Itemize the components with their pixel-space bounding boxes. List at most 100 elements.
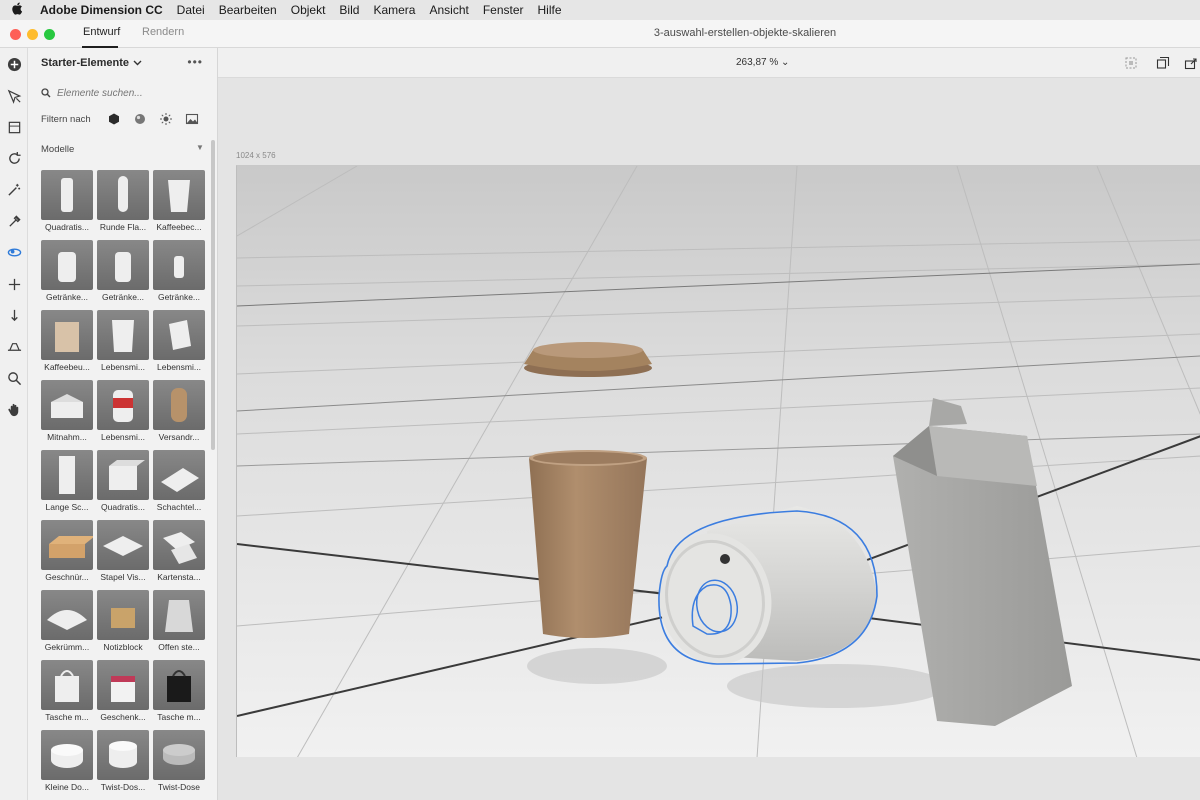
- model-thumbnail: [41, 590, 93, 640]
- menu-bearbeiten[interactable]: Bearbeiten: [219, 3, 277, 17]
- zoom-dropdown[interactable]: 263,87 % ⌄: [736, 57, 789, 68]
- model-item[interactable]: Lebensmi...: [153, 310, 205, 376]
- magic-wand-icon[interactable]: [4, 179, 24, 199]
- section-collapse-icon[interactable]: ▼: [196, 143, 204, 152]
- fit-frame-icon[interactable]: [1124, 56, 1138, 70]
- model-label: Runde Fla...: [99, 222, 147, 232]
- panel-scrollbar[interactable]: [211, 140, 215, 450]
- model-item[interactable]: Kleine Do...: [41, 730, 93, 796]
- pan-tool-icon[interactable]: [4, 274, 24, 294]
- model-label: Kaffeebec...: [156, 222, 202, 232]
- model-item[interactable]: Runde Fla...: [97, 170, 149, 236]
- model-item[interactable]: Offen ste...: [153, 590, 205, 656]
- filter-images-icon[interactable]: [185, 112, 199, 126]
- model-item[interactable]: Versandr...: [153, 380, 205, 446]
- model-thumbnail: [97, 660, 149, 710]
- model-item[interactable]: Tasche m...: [41, 660, 93, 726]
- model-thumbnail: [153, 520, 205, 570]
- model-item[interactable]: Kaffeebeu...: [41, 310, 93, 376]
- model-item[interactable]: Kaffeebec...: [153, 170, 205, 236]
- model-label: Tasche m...: [45, 712, 89, 722]
- filter-models-icon[interactable]: [107, 112, 121, 126]
- panel-title-dropdown[interactable]: Starter-Elemente: [41, 57, 142, 69]
- model-item[interactable]: Lebensmi...: [97, 380, 149, 446]
- menu-datei[interactable]: Datei: [177, 3, 205, 17]
- apple-menu-icon[interactable]: [12, 2, 26, 18]
- model-item[interactable]: Mitnahm...: [41, 380, 93, 446]
- more-options-icon[interactable]: •••: [187, 55, 203, 69]
- model-label: Kaffeebeu...: [44, 362, 90, 372]
- model-item[interactable]: Schachtel...: [153, 450, 205, 516]
- model-thumbnail: [41, 520, 93, 570]
- cup-shadow: [527, 648, 667, 684]
- model-label: Lebensmi...: [101, 432, 145, 442]
- model-label: Getränke...: [101, 292, 145, 302]
- dolly-tool-icon[interactable]: [4, 305, 24, 325]
- model-label: Offen ste...: [158, 642, 200, 652]
- model-item[interactable]: Kartensta...: [153, 520, 205, 586]
- select-tool-icon[interactable]: [4, 86, 24, 106]
- model-label: Twist-Dos...: [100, 782, 146, 792]
- horizon-tool-icon[interactable]: [4, 336, 24, 356]
- model-item[interactable]: Getränke...: [153, 240, 205, 306]
- filter-label: Filtern nach: [41, 114, 91, 125]
- eyedropper-icon[interactable]: [4, 211, 24, 231]
- model-item[interactable]: Quadratis...: [41, 170, 93, 236]
- model-label: Kartensta...: [157, 572, 201, 582]
- menu-hilfe[interactable]: Hilfe: [538, 3, 562, 17]
- filter-lights-icon[interactable]: [159, 112, 173, 126]
- model-thumbnail: [41, 660, 93, 710]
- model-thumbnail: [153, 660, 205, 710]
- model-item[interactable]: Geschenk...: [97, 660, 149, 726]
- menu-ansicht[interactable]: Ansicht: [429, 3, 468, 17]
- model-thumbnail: [41, 450, 93, 500]
- model-item[interactable]: Gekrümm...: [41, 590, 93, 656]
- menu-objekt[interactable]: Objekt: [291, 3, 326, 17]
- camera-bookmarks-icon[interactable]: [1156, 56, 1170, 70]
- model-item[interactable]: Geschnür...: [41, 520, 93, 586]
- app-name[interactable]: Adobe Dimension CC: [40, 3, 163, 17]
- coffee-cup-lid[interactable]: [524, 342, 652, 377]
- section-models[interactable]: Modelle: [41, 144, 74, 155]
- model-label: Lebensmi...: [101, 362, 145, 372]
- model-thumbnail: [41, 310, 93, 360]
- coffee-cup[interactable]: [529, 450, 647, 638]
- model-thumbnail: [41, 730, 93, 780]
- model-item[interactable]: Quadratis...: [97, 450, 149, 516]
- menu-fenster[interactable]: Fenster: [483, 3, 524, 17]
- model-thumbnail: [153, 240, 205, 290]
- model-thumbnail: [153, 450, 205, 500]
- menu-bild[interactable]: Bild: [339, 3, 359, 17]
- model-label: Mitnahm...: [47, 432, 87, 442]
- model-label: Gekrümm...: [44, 642, 90, 652]
- rotate-tool-icon[interactable]: [4, 148, 24, 168]
- model-item[interactable]: Stapel Vis...: [97, 520, 149, 586]
- search-input[interactable]: [57, 87, 187, 99]
- model-label: Getränke...: [157, 292, 201, 302]
- model-item[interactable]: Twist-Dose: [153, 730, 205, 796]
- model-thumbnail: [153, 170, 205, 220]
- title-bar: Entwurf Rendern 3-auswahl-erstellen-obje…: [0, 20, 1200, 48]
- model-item[interactable]: Lebensmi...: [97, 310, 149, 376]
- model-item[interactable]: Getränke...: [41, 240, 93, 306]
- model-thumbnail: [97, 380, 149, 430]
- zoom-level: 263,87 %: [736, 57, 779, 68]
- model-label: Twist-Dose: [157, 782, 201, 792]
- filter-materials-icon[interactable]: [133, 112, 147, 126]
- model-item[interactable]: Getränke...: [97, 240, 149, 306]
- model-item[interactable]: Notizblock: [97, 590, 149, 656]
- zoom-tool-icon[interactable]: [4, 368, 24, 388]
- menu-kamera[interactable]: Kamera: [373, 3, 415, 17]
- orbit-tool-icon[interactable]: [4, 242, 24, 262]
- export-icon[interactable]: [1184, 56, 1198, 70]
- hand-tool-icon[interactable]: [4, 399, 24, 419]
- add-content-icon[interactable]: [4, 54, 24, 74]
- model-label: Lange Sc...: [45, 502, 89, 512]
- frame-tool-icon[interactable]: [4, 117, 24, 137]
- search-icon: [41, 88, 51, 98]
- model-item[interactable]: Twist-Dos...: [97, 730, 149, 796]
- model-item[interactable]: Tasche m...: [153, 660, 205, 726]
- 3d-viewport[interactable]: [236, 165, 1200, 757]
- model-label: Stapel Vis...: [100, 572, 146, 582]
- model-item[interactable]: Lange Sc...: [41, 450, 93, 516]
